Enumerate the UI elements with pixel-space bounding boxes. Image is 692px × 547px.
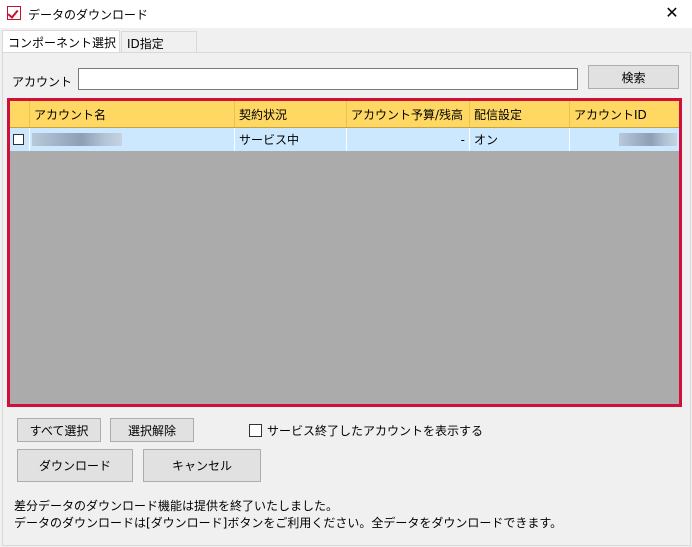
show-ended-label[interactable]: サービス終了したアカウントを表示する <box>267 422 483 439</box>
window-title: データのダウンロード <box>28 8 149 22</box>
notice-line-2: データのダウンロードは[ダウンロード]ボタンをご利用ください。全データをダウンロ… <box>14 516 563 530</box>
tab-label: コンポーネント選択 <box>8 36 117 50</box>
select-all-button[interactable]: すべて選択 <box>17 418 101 442</box>
notice-line-1: 差分データのダウンロード機能は提供を終了いたしました。 <box>14 499 339 513</box>
account-search-input[interactable] <box>78 68 578 90</box>
column-header-account-name[interactable]: アカウント名 <box>30 101 235 127</box>
cancel-button[interactable]: キャンセル <box>143 449 261 482</box>
cell-delivery: オン <box>470 128 570 151</box>
tab-component-select[interactable]: コンポーネント選択 <box>2 30 120 52</box>
redacted-account-name <box>32 133 122 146</box>
download-button[interactable]: ダウンロード <box>17 449 133 482</box>
app-check-icon <box>7 6 21 20</box>
redacted-account-id <box>619 133 677 146</box>
cell-status: サービス中 <box>235 128 347 151</box>
show-ended-checkbox[interactable] <box>249 424 262 437</box>
column-header-budget[interactable]: アカウント予算/残高 <box>347 101 470 127</box>
grid-header: アカウント名 契約状況 アカウント予算/残高 配信設定 アカウントID <box>10 101 679 128</box>
deselect-button[interactable]: 選択解除 <box>110 418 194 442</box>
title-bar: データのダウンロード ✕ <box>0 0 692 28</box>
account-label: アカウント <box>12 75 73 89</box>
tab-id-specify[interactable]: ID指定 <box>121 31 197 52</box>
cell-account-name <box>30 128 235 151</box>
cell-budget: - <box>347 128 470 151</box>
column-header-contract-status[interactable]: 契約状況 <box>235 101 347 127</box>
row-select-cell[interactable] <box>10 128 30 151</box>
account-grid: アカウント名 契約状況 アカウント予算/残高 配信設定 アカウントID サービス… <box>7 98 682 407</box>
tab-label: ID指定 <box>127 37 164 51</box>
column-header-delivery[interactable]: 配信設定 <box>470 101 570 127</box>
download-dialog: データのダウンロード ✕ コンポーネント選択 ID指定 アカウント 検索 アカウ… <box>0 0 692 547</box>
search-button[interactable]: 検索 <box>588 65 679 89</box>
close-button[interactable]: ✕ <box>652 0 692 28</box>
cell-account-id <box>570 128 679 151</box>
column-header-account-id[interactable]: アカウントID <box>570 101 679 127</box>
row-checkbox[interactable] <box>13 134 24 145</box>
header-checkbox-column <box>10 101 30 127</box>
table-row[interactable]: サービス中 - オン <box>10 128 679 151</box>
